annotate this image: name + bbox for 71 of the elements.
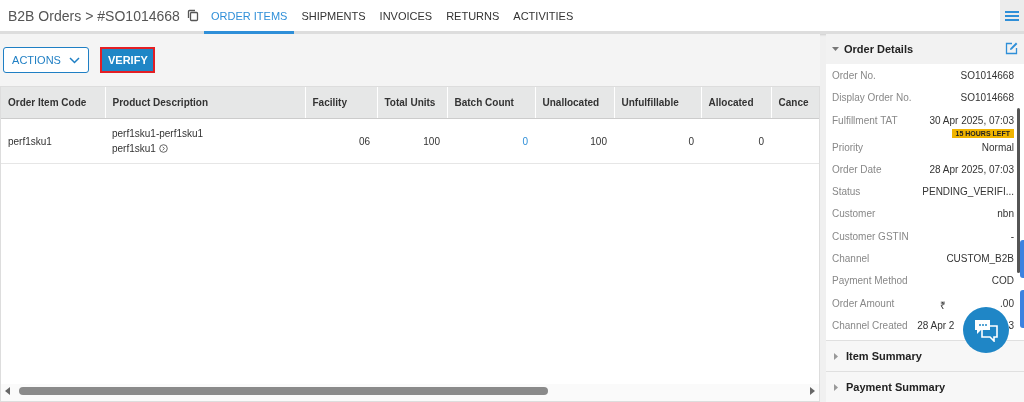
field-value: .00 (1000, 297, 1014, 311)
chat-button[interactable] (963, 307, 1009, 353)
column-header: Order Item Code (8, 97, 87, 108)
field-value: CUSTOM_B2B (946, 253, 1014, 264)
copy-icon[interactable] (186, 9, 199, 22)
column-header: Cance (778, 97, 809, 108)
side-tab[interactable] (1020, 290, 1024, 328)
column-header: Batch Count (454, 97, 514, 108)
section-title[interactable]: Order Details (844, 42, 914, 55)
field-value: SO1014668 (960, 92, 1014, 104)
scroll-right-icon[interactable] (809, 387, 815, 395)
scrollbar-thumb[interactable] (1017, 107, 1020, 273)
field-label: Channel (832, 253, 870, 264)
field-value: COD (991, 275, 1014, 287)
table-cell: 0 (688, 135, 694, 147)
field-label: Payment Method (832, 275, 908, 287)
column-header: Unfulfillable (621, 97, 679, 108)
table-cell: 06 (358, 135, 370, 147)
field-value: PENDING_VERIFI... (922, 186, 1014, 198)
column-header: Facility (312, 97, 347, 108)
field-label: Fulfillment TAT (832, 114, 898, 126)
section-title[interactable]: Item Summary (846, 350, 922, 363)
field-value: 3 (1008, 319, 1014, 331)
field-label: Priority (832, 141, 864, 153)
table-cell: 100 (590, 135, 607, 147)
tab[interactable]: INVOICES (372, 0, 440, 34)
info-icon[interactable] (158, 144, 168, 153)
field-label: Order Amount (832, 297, 895, 309)
tab[interactable]: RETURNS (439, 0, 507, 34)
field-value: ₹ (940, 298, 947, 312)
breadcrumb-separator: > (85, 7, 94, 24)
field-value: Normal (981, 141, 1014, 153)
field-value: 28 Apr 2 (917, 319, 955, 331)
field-value: 30 Apr 2025, 07:03 (929, 114, 1014, 126)
actions-button[interactable]: ACTIONS (3, 47, 89, 73)
table-cell: 100 (423, 135, 440, 147)
caret-icon[interactable] (832, 45, 839, 53)
field-label: Order No. (832, 69, 876, 81)
caret-icon[interactable] (832, 383, 839, 391)
column-header: Product Description (112, 97, 209, 108)
column-header: Allocated (708, 97, 754, 108)
field-value: nbn (997, 208, 1014, 220)
scrollbar-thumb[interactable] (19, 387, 549, 395)
field-label: Customer GSTIN (832, 230, 909, 242)
field-label: Customer (832, 208, 876, 220)
table-cell: perf1sku1 (112, 143, 156, 154)
field-label: Order Date (832, 163, 882, 175)
table-cell: 0 (758, 135, 764, 147)
tab[interactable]: SHIPMENTS (294, 0, 373, 34)
edit-icon[interactable] (1005, 42, 1018, 56)
field-value: SO1014668 (960, 69, 1014, 81)
caret-icon[interactable] (832, 352, 839, 360)
column-header: Total Units (384, 97, 436, 108)
chevron-down-icon (68, 56, 80, 64)
tab[interactable]: ACTIVITIES (506, 0, 581, 34)
field-label: Status (832, 186, 861, 198)
side-tab[interactable] (1020, 240, 1024, 278)
verify-button[interactable]: VERIFY (100, 47, 155, 73)
order-number: #SO1014668 (97, 7, 180, 24)
menu-icon[interactable] (1005, 10, 1019, 21)
table-cell: perf1sku1-perf1sku1 (112, 128, 204, 139)
scroll-left-icon[interactable] (5, 387, 11, 395)
breadcrumb-link[interactable]: B2B Orders (8, 7, 82, 24)
field-value: - (1010, 230, 1014, 242)
chat-icon (973, 318, 999, 342)
table-cell: perf1sku1 (8, 135, 52, 147)
field-value: 28 Apr 2025, 07:03 (929, 163, 1014, 175)
field-label: Channel Created (832, 319, 908, 331)
column-header: Unallocated (542, 97, 600, 108)
field-label: Display Order No. (832, 92, 912, 104)
batch-count-link[interactable]: 0 (522, 135, 528, 147)
